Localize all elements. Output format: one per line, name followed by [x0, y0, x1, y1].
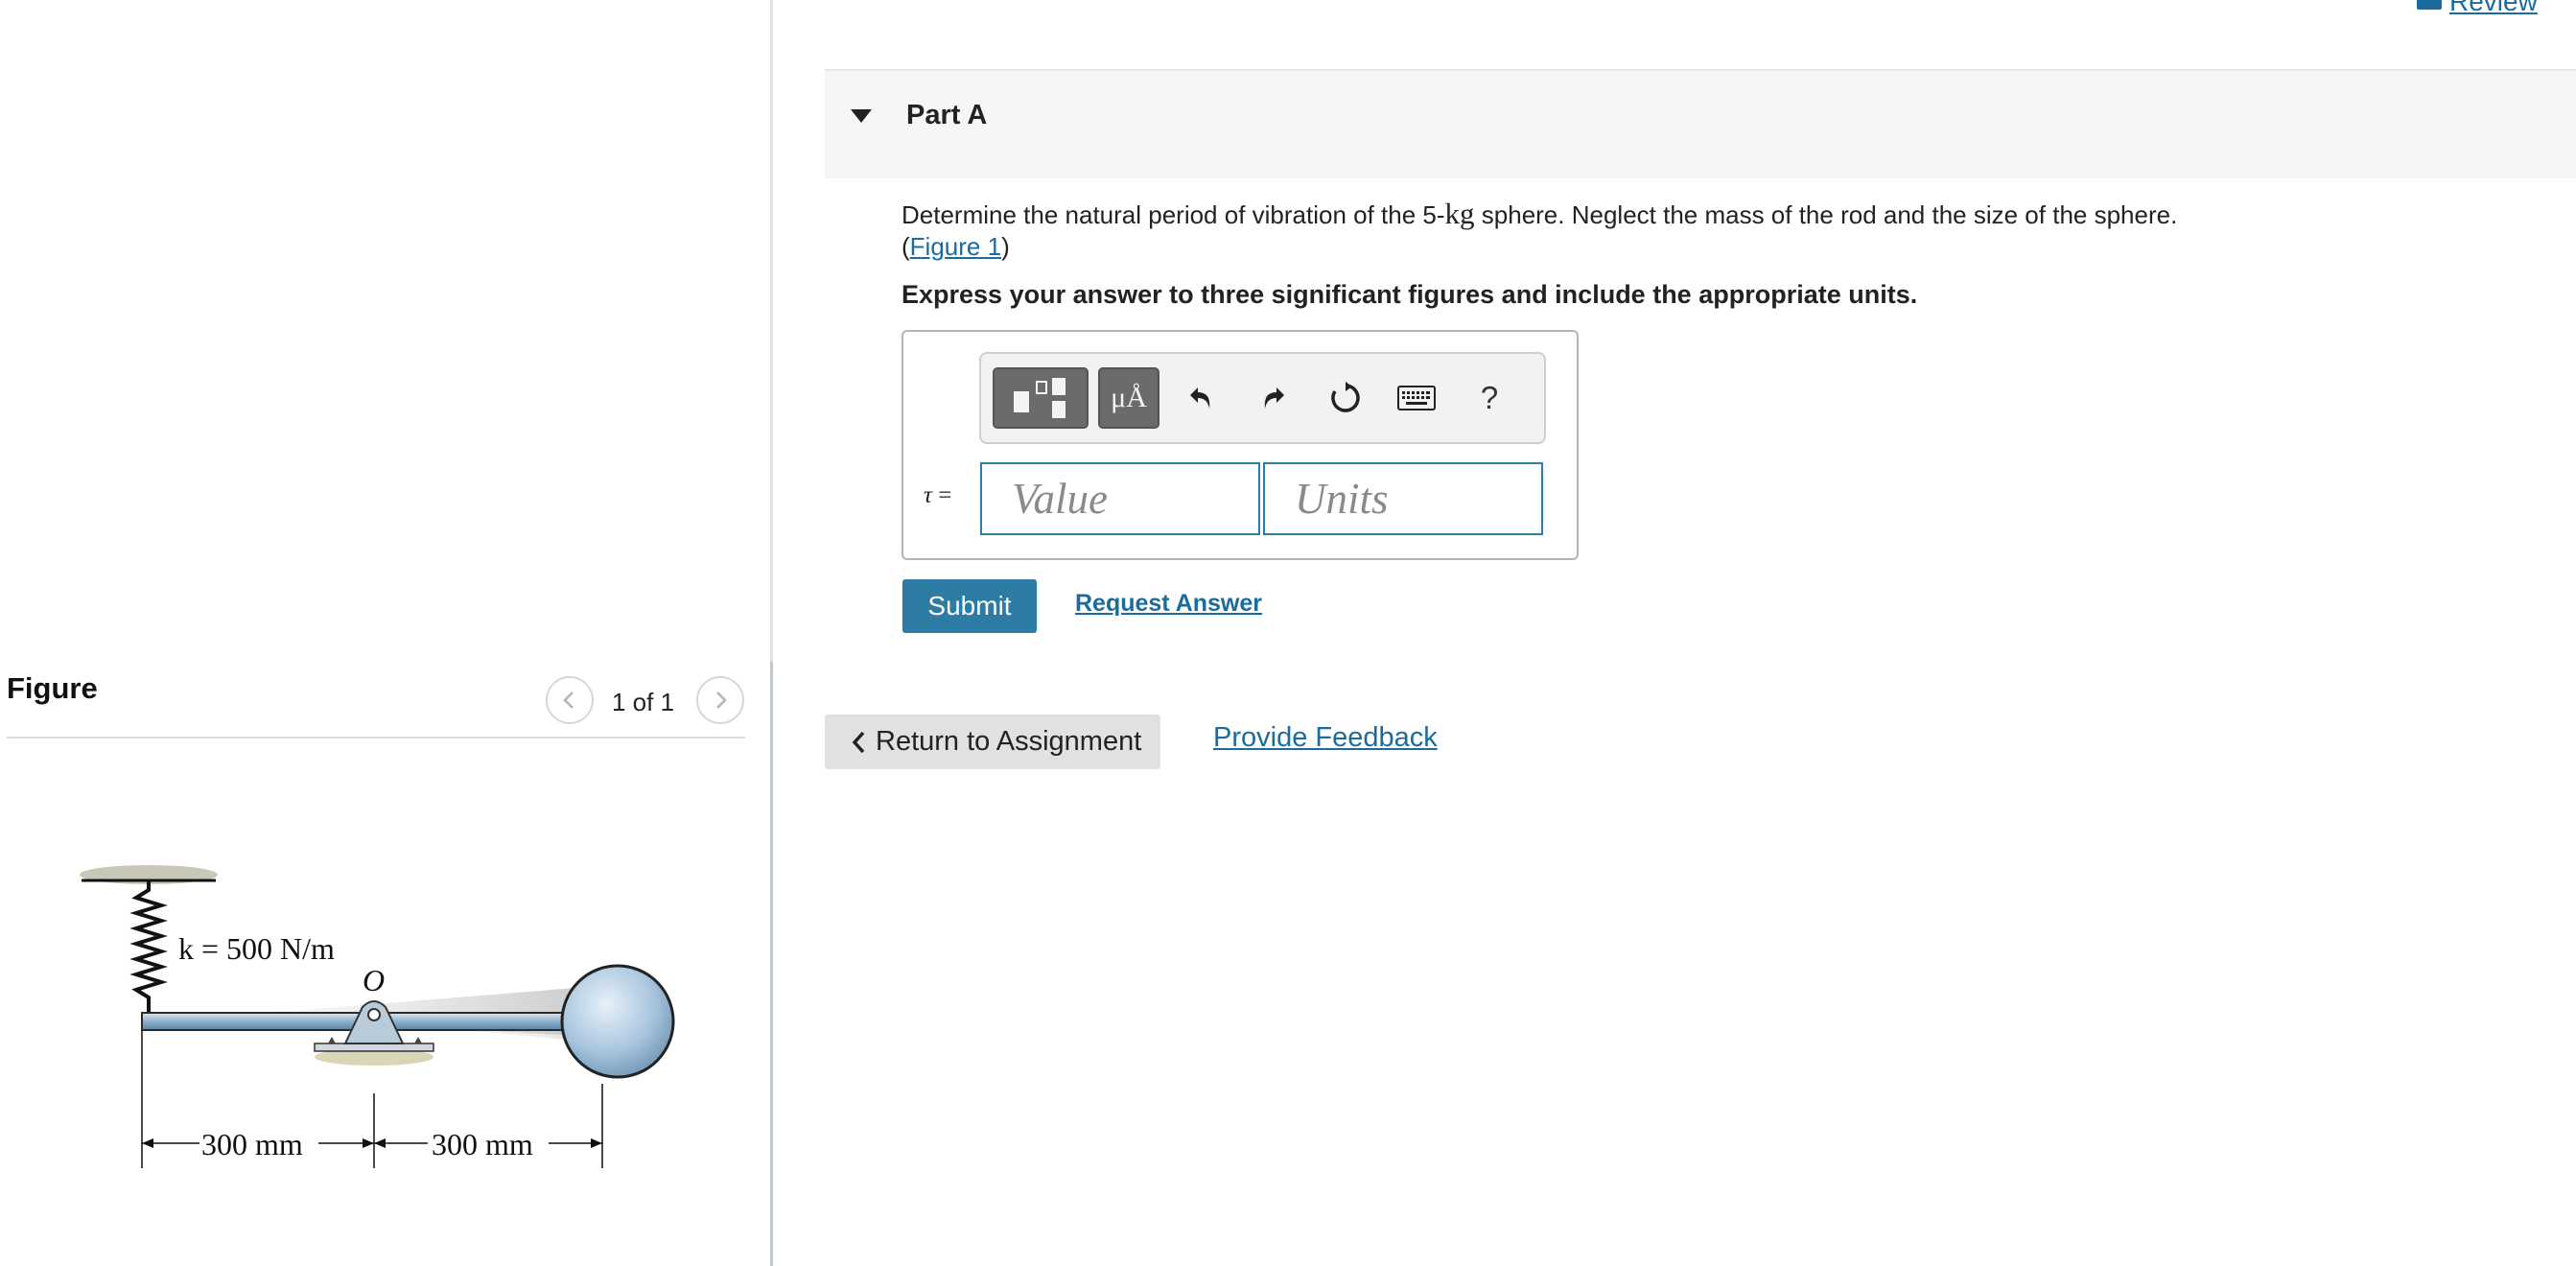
keyboard-icon [1397, 386, 1436, 410]
instruction-text: Express your answer to three significant… [902, 280, 1918, 309]
chevron-left-icon [563, 692, 574, 709]
book-icon [2417, 0, 2442, 10]
spring-constant-label: k = 500 N/m [178, 931, 335, 966]
variable-label: τ = [924, 482, 951, 509]
collapse-caret-icon[interactable] [851, 109, 872, 123]
previous-figure-button[interactable] [546, 676, 594, 724]
question-unit: kg [1444, 197, 1475, 230]
equals-sign: = [938, 482, 952, 508]
keyboard-button[interactable] [1393, 367, 1440, 429]
undo-button[interactable] [1177, 367, 1225, 429]
request-answer-link[interactable]: Request Answer [1075, 590, 1262, 618]
units-button[interactable]: μÅ [1098, 367, 1159, 429]
part-header[interactable] [825, 71, 2576, 178]
return-label: Return to Assignment [876, 726, 1142, 757]
chevron-left-icon [852, 731, 865, 753]
redo-button[interactable] [1250, 367, 1298, 429]
help-icon: ? [1480, 380, 1499, 415]
templates-icon [1014, 378, 1066, 418]
figure-title: Figure [7, 671, 98, 705]
figure-divider [7, 737, 745, 738]
submit-button[interactable]: Submit [902, 579, 1037, 633]
tau-symbol: τ [924, 482, 932, 508]
next-figure-button[interactable] [696, 676, 744, 724]
question-before: Determine the natural period of vibratio… [902, 200, 1445, 229]
reset-button[interactable] [1322, 367, 1370, 429]
review-link[interactable]: Review [2417, 0, 2538, 17]
left-dimension-label: 300 mm [201, 1127, 303, 1161]
reset-icon [1331, 382, 1360, 412]
spring [129, 880, 168, 1013]
undo-icon [1190, 387, 1210, 409]
figure-panel: Figure 1 of 1 k = 500 N/m O 300 mm 300 m… [0, 0, 773, 1266]
value-input[interactable] [980, 462, 1260, 535]
units-icon: μÅ [1111, 382, 1147, 413]
return-to-assignment-button[interactable]: Return to Assignment [825, 715, 1160, 769]
question-after: sphere. Neglect the mass of the rod and … [1474, 200, 2178, 229]
help-button[interactable]: ? [1465, 367, 1513, 429]
provide-feedback-link[interactable]: Provide Feedback [1213, 722, 1438, 754]
figure-counter: 1 of 1 [612, 688, 675, 716]
review-label: Review [2449, 0, 2538, 16]
chevron-right-icon [716, 692, 727, 709]
pane-divider-handle[interactable] [770, 662, 773, 1266]
units-input[interactable] [1263, 462, 1543, 535]
figure-link[interactable]: Figure 1 [910, 232, 1001, 261]
spring-rod-sphere-figure: k = 500 N/m O 300 mm 300 mm [80, 865, 675, 1168]
sphere [560, 964, 675, 1079]
templates-button[interactable] [993, 367, 1089, 429]
question-text: Determine the natural period of vibratio… [902, 197, 2178, 261]
right-dimension-label: 300 mm [432, 1127, 533, 1161]
part-title: Part A [906, 100, 988, 130]
redo-icon [1264, 387, 1284, 409]
pivot-label: O [363, 963, 385, 997]
